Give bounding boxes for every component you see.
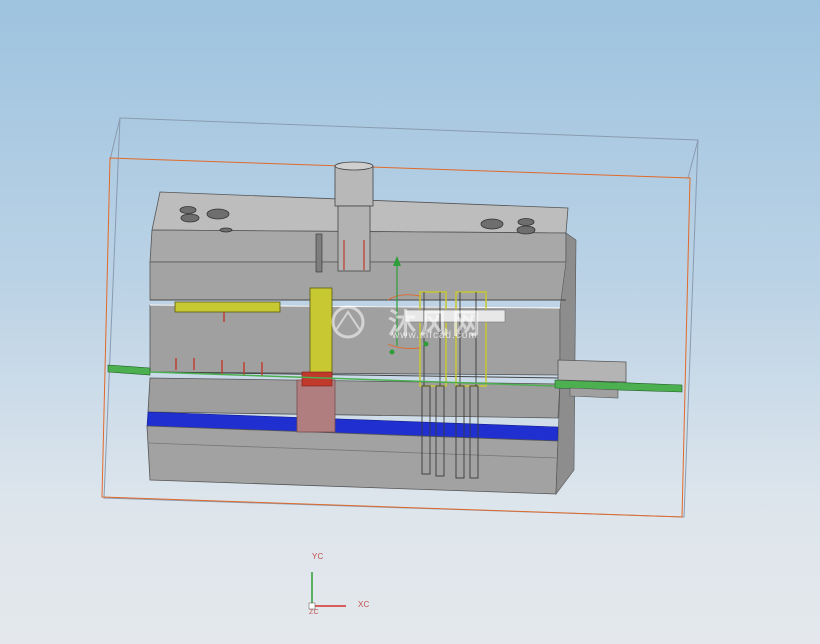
triad-z-label: ZC: [309, 609, 319, 616]
triad-x-label: XC: [358, 600, 370, 609]
cad-graphics-viewport[interactable]: 沐风网 www.mfcad.com YC XC ZC: [0, 0, 820, 644]
watermark-url: www.mfcad.com: [392, 330, 478, 341]
gate-area[interactable]: [296, 371, 336, 433]
view-triad[interactable]: [308, 572, 346, 610]
guide-pin[interactable]: [315, 233, 323, 273]
triad-y-label: YC: [312, 552, 324, 561]
